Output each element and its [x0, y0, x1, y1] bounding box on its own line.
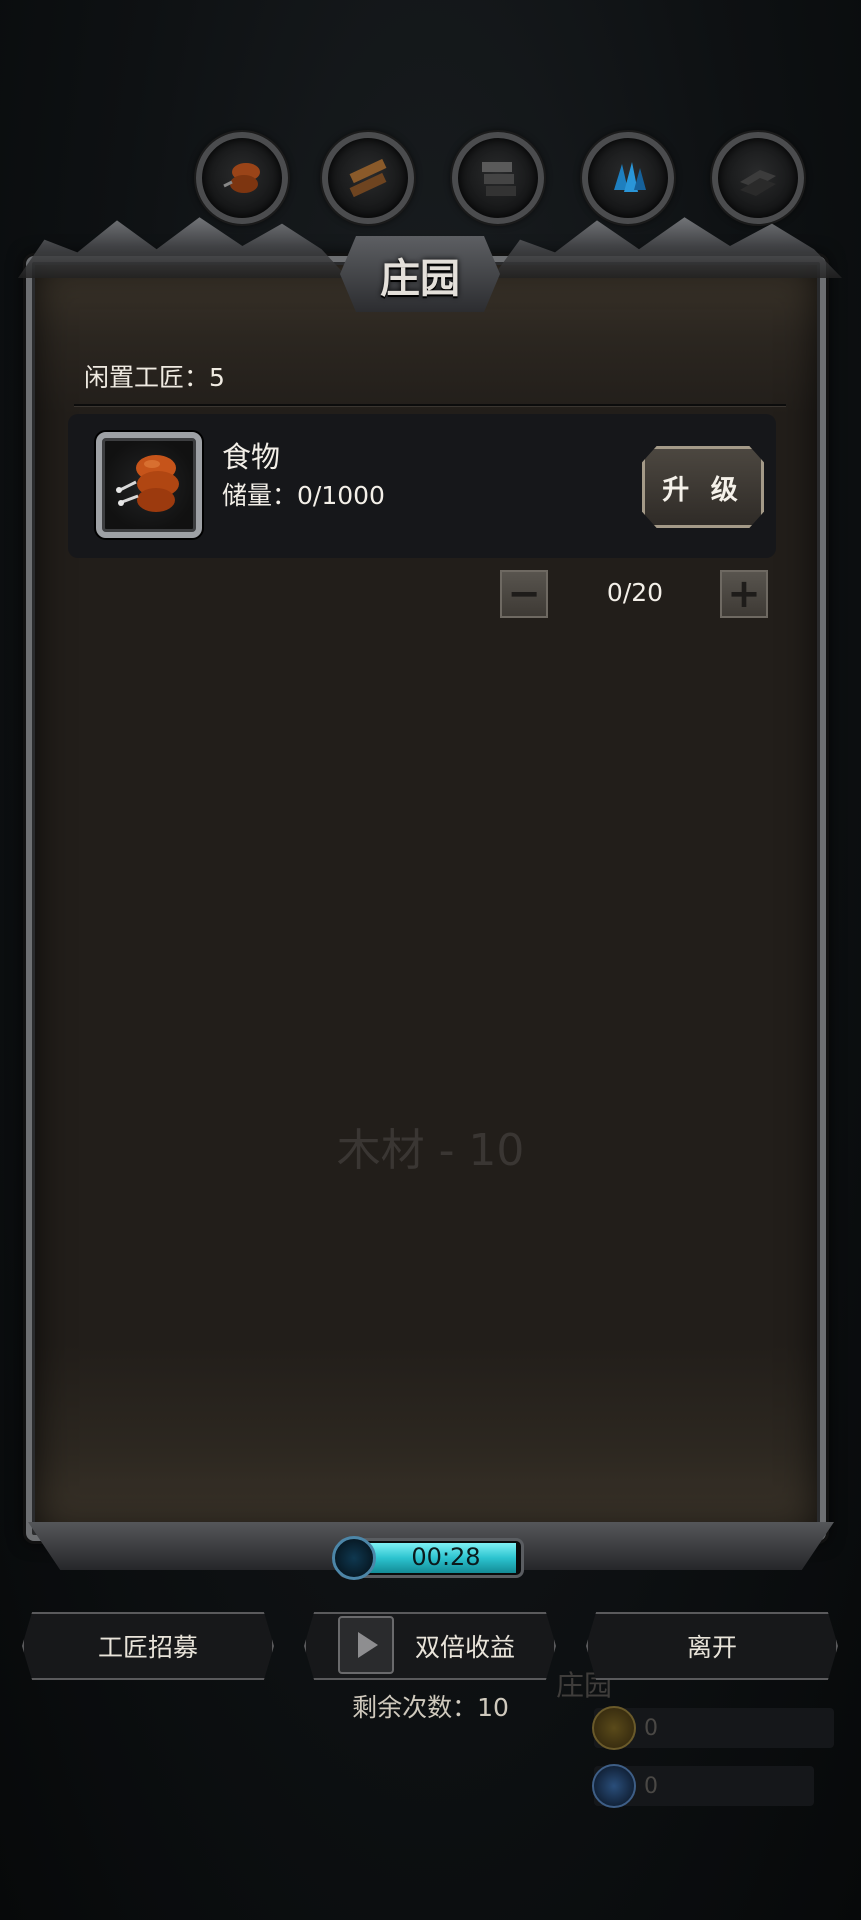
crystal-icon	[614, 162, 646, 192]
tab-meat[interactable]	[196, 132, 288, 224]
faint-wood-label: 木材 - 10	[336, 1125, 525, 1176]
plus-icon: +	[727, 571, 761, 617]
double-reward-label: 双倍收益	[414, 1633, 515, 1662]
clock-icon	[332, 1536, 376, 1580]
play-icon	[338, 1616, 394, 1674]
leave-label: 离开	[686, 1633, 737, 1662]
recruit-button[interactable]: 工匠招募	[22, 1612, 274, 1680]
tab-crystal[interactable]	[582, 132, 674, 224]
stone-icon	[482, 162, 516, 196]
decrease-button[interactable]: −	[500, 570, 548, 618]
wood-icon	[349, 158, 387, 198]
gem-orb-icon	[592, 1764, 636, 1808]
item-storage: 储量：0/1000	[222, 481, 385, 510]
frame-crest-left	[18, 217, 348, 278]
increase-button[interactable]: +	[720, 570, 768, 618]
remaining-count: 剩余次数：10	[352, 1693, 509, 1722]
tab-wood[interactable]	[322, 132, 414, 224]
drumstick-icon	[116, 455, 179, 512]
meat-icon	[223, 163, 260, 193]
tab-stone[interactable]	[452, 132, 544, 224]
item-name: 食物	[222, 440, 281, 474]
iron-icon	[740, 170, 776, 196]
food-item-slot	[96, 432, 202, 538]
minus-icon: −	[507, 571, 541, 617]
timer-text: 00:28	[411, 1543, 481, 1571]
page-title: 庄园	[380, 255, 460, 302]
recruit-label: 工匠招募	[97, 1633, 198, 1662]
background-gem-value: 0	[644, 1774, 658, 1799]
divider	[74, 404, 786, 406]
frame-crest-right	[492, 217, 842, 278]
idle-craftsmen-label: 闲置工匠：5	[84, 363, 225, 392]
worker-count: 0/20	[606, 578, 664, 607]
upgrade-button[interactable]: 升 级	[642, 446, 764, 528]
tab-iron[interactable]	[712, 132, 804, 224]
leave-button[interactable]: 离开	[586, 1612, 838, 1680]
